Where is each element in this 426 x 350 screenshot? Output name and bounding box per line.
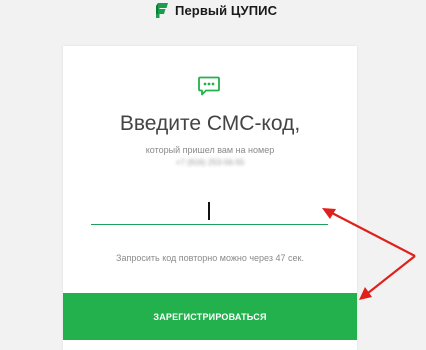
red-arrow-to-button	[359, 255, 416, 300]
brand[interactable]: Первый ЦУПИС	[156, 3, 277, 18]
page-title: Введите СМС-код,	[119, 112, 301, 135]
sms-chat-icon	[198, 76, 220, 96]
register-button[interactable]: ЗАРЕГИСТРИРОВАТЬСЯ	[63, 293, 357, 340]
sms-verification-card: Введите СМС-код, который пришел вам на н…	[63, 46, 357, 350]
resend-timer-text: Запросить код повторно можно через 47 се…	[116, 253, 304, 263]
text-caret	[208, 202, 210, 220]
brand-name: Первый ЦУПИС	[175, 3, 278, 18]
top-bar: Первый ЦУПИС	[0, 0, 426, 42]
cupis-logo-icon	[156, 3, 169, 18]
sent-to-text: который пришел вам на номер	[145, 145, 275, 155]
sms-code-input[interactable]	[91, 198, 328, 225]
phone-number: +7 (916) 253-56-55	[175, 158, 245, 167]
